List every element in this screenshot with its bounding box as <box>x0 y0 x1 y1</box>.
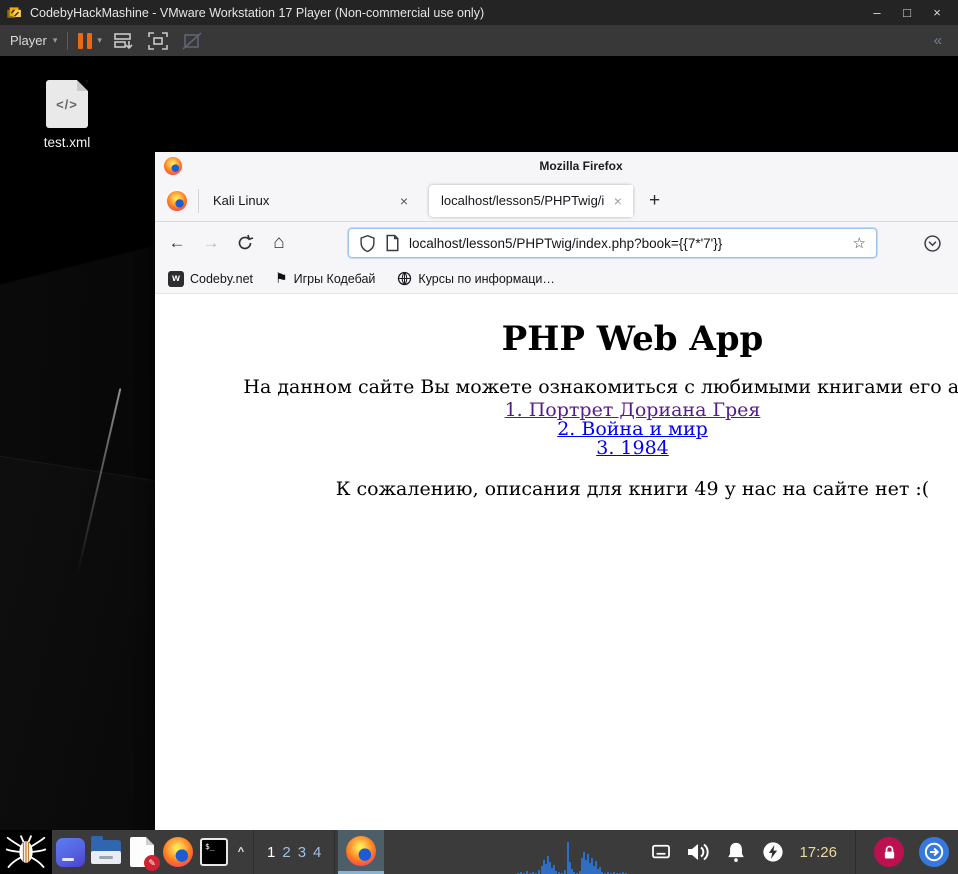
tab-label: Kali Linux <box>213 193 270 208</box>
vmware-titlebar: CodebyHackMashine - VMware Workstation 1… <box>0 0 958 25</box>
lock-icon <box>884 845 894 858</box>
vmware-logo-icon <box>7 6 21 18</box>
code-glyph: </> <box>56 96 78 112</box>
taskbar-window-firefox[interactable] <box>338 830 385 874</box>
page-info-icon[interactable] <box>385 234 400 252</box>
kali-menu-button[interactable] <box>0 830 52 874</box>
firefox-icon <box>167 190 187 211</box>
text-editor-icon: ✎ <box>130 837 160 871</box>
bookmark-games[interactable]: ⚑ Игры Кодебай <box>275 270 375 287</box>
file-label: test.xml <box>43 135 91 150</box>
power-manager-icon[interactable] <box>762 841 784 863</box>
bookmark-codeby[interactable]: w Codeby.net <box>168 270 254 287</box>
intro-text: На данном сайте Вы можете ознакомиться с… <box>243 376 958 398</box>
caret-down-icon: ▾ <box>52 35 58 45</box>
workspace-2[interactable]: 2 <box>282 844 290 861</box>
folder-icon <box>91 836 121 864</box>
launcher-file-manager[interactable] <box>88 830 124 874</box>
book-link-2[interactable]: 2. Война и мир <box>155 420 958 439</box>
collapse-toolbar-button[interactable]: « <box>934 32 942 49</box>
firefox-icon <box>163 837 193 867</box>
bookmark-star-icon[interactable]: ☆ <box>853 234 866 252</box>
workspace-4[interactable]: 4 <box>313 844 321 861</box>
vmware-toolbar: Player ▾ ▾ « <box>0 25 958 56</box>
arrow-circle-icon <box>924 842 944 862</box>
player-menu-label: Player <box>10 33 47 48</box>
send-ctrl-alt-del-button[interactable] <box>112 30 136 52</box>
firefox-titlebar[interactable]: Mozilla Firefox <box>155 152 958 180</box>
firefox-window-title: Mozilla Firefox <box>539 159 623 173</box>
url-input[interactable]: localhost/lesson5/PHPTwig/index.php?book… <box>409 236 844 251</box>
notification-bell-icon[interactable] <box>725 841 747 864</box>
launcher-terminal[interactable]: $_ <box>196 830 232 874</box>
navigation-toolbar: ← → ⌂ localhost/lesson5/PHPTwig/index.ph… <box>155 222 958 264</box>
codeby-favicon: w <box>168 270 184 287</box>
panel-separator <box>253 830 254 874</box>
volume-icon[interactable] <box>686 841 710 863</box>
page-title: PHP Web App <box>501 319 764 359</box>
close-tab-icon[interactable]: × <box>397 193 411 209</box>
book-link-3[interactable]: 3. 1984 <box>155 439 958 458</box>
pause-icon <box>78 32 93 49</box>
label-fade <box>607 184 633 217</box>
tab-bar: Kali Linux × localhost/lesson5/PHPTwig/i… <box>155 180 958 222</box>
system-tray: 17:26 <box>516 830 958 874</box>
panel-separator <box>334 830 336 874</box>
workspace-pager[interactable]: 1 2 3 4 <box>257 844 331 861</box>
firefox-window: Mozilla Firefox Kali Linux × localhost/l… <box>155 152 958 830</box>
network-monitor-graph[interactable] <box>516 836 636 874</box>
screen-lock-button[interactable] <box>874 837 904 867</box>
launcher-firefox[interactable] <box>160 830 196 874</box>
url-bar[interactable]: localhost/lesson5/PHPTwig/index.php?book… <box>348 228 877 258</box>
firefox-icon <box>346 835 377 866</box>
globe-icon <box>398 271 412 286</box>
flag-icon: ⚑ <box>275 270 288 286</box>
forward-button: → <box>202 233 220 252</box>
bookmark-label: Курсы по информаци… <box>418 271 555 286</box>
caret-down-icon: ▾ <box>97 35 102 45</box>
display-tray-icon[interactable] <box>651 844 671 860</box>
maximize-button[interactable]: □ <box>892 5 922 20</box>
launcher-app[interactable] <box>52 830 88 874</box>
new-tab-button[interactable]: + <box>649 190 660 212</box>
bookmark-label: Игры Кодебай <box>293 271 376 286</box>
clock[interactable]: 17:26 <box>799 844 837 861</box>
logout-button[interactable] <box>919 837 949 867</box>
tab-localhost-active[interactable]: localhost/lesson5/PHPTwig/i × <box>429 184 633 217</box>
desktop-file-test-xml[interactable]: </> test.xml <box>25 80 109 150</box>
terminal-icon: $_ <box>200 838 228 866</box>
error-message: К сожалению, описания для книги 49 у нас… <box>335 478 930 500</box>
app-icon <box>55 837 85 867</box>
unity-mode-button-disabled <box>182 31 202 50</box>
suspend-vm-button[interactable]: ▾ <box>78 32 102 49</box>
panel-separator <box>855 830 856 874</box>
vm-screen: </> test.xml Mozilla Firefox Kali Linux … <box>0 56 958 874</box>
fullscreen-button[interactable] <box>146 30 170 52</box>
xml-file-icon: </> <box>46 80 88 128</box>
toolbar-separator <box>67 31 69 50</box>
bookmark-label: Codeby.net <box>190 271 254 286</box>
close-button[interactable]: × <box>922 5 952 20</box>
shield-icon[interactable] <box>359 234 376 253</box>
minimize-button[interactable]: – <box>862 5 892 20</box>
reload-button[interactable] <box>231 234 259 252</box>
back-button[interactable]: ← <box>163 233 191 253</box>
page-content: PHP Web App На данном сайте Вы можете оз… <box>155 294 958 830</box>
tab-kali-linux[interactable]: Kali Linux × <box>199 180 421 222</box>
home-button[interactable]: ⌂ <box>265 232 293 254</box>
bookmarks-toolbar: w Codeby.net ⚑ Игры Кодебай Курсы по инф… <box>155 264 958 294</box>
player-menu[interactable]: Player ▾ <box>10 33 57 48</box>
workspace-1[interactable]: 1 <box>267 844 275 861</box>
bookmark-courses[interactable]: Курсы по информаци… <box>397 271 555 286</box>
workspace-3[interactable]: 3 <box>298 844 306 861</box>
launcher-expand-button[interactable]: ^ <box>232 846 250 858</box>
tab-label: localhost/lesson5/PHPTwig/i <box>441 193 605 208</box>
firefox-icon <box>164 157 182 175</box>
pocket-save-icon[interactable] <box>923 234 942 253</box>
pencil-badge-icon: ✎ <box>144 855 160 871</box>
taskbar: ✎ $_ ^ 1 2 3 4 17:26 <box>0 830 958 874</box>
vmware-window-title: CodebyHackMashine - VMware Workstation 1… <box>30 5 485 20</box>
kali-dragon-icon <box>6 835 46 868</box>
launcher-text-editor[interactable]: ✎ <box>124 830 160 874</box>
